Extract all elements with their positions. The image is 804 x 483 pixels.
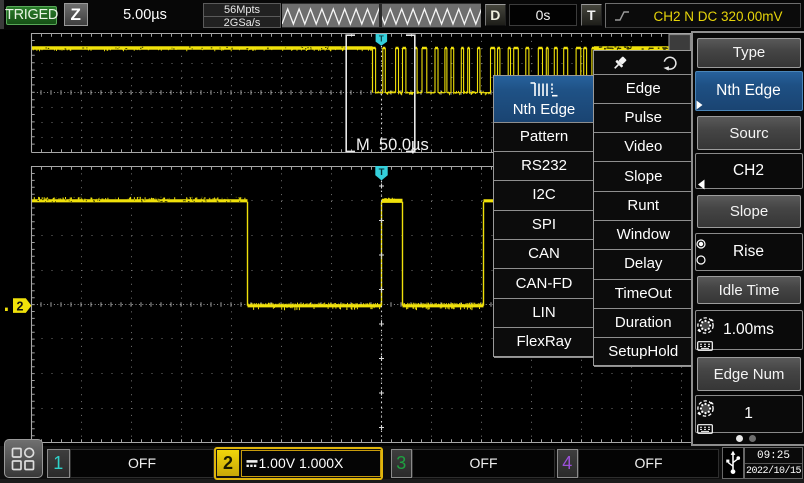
svg-text:M 50.0µs: M 50.0µs bbox=[356, 136, 429, 154]
svg-text:T: T bbox=[379, 167, 385, 178]
svg-text:T: T bbox=[379, 34, 384, 43]
svg-text:2: 2 bbox=[17, 299, 24, 313]
